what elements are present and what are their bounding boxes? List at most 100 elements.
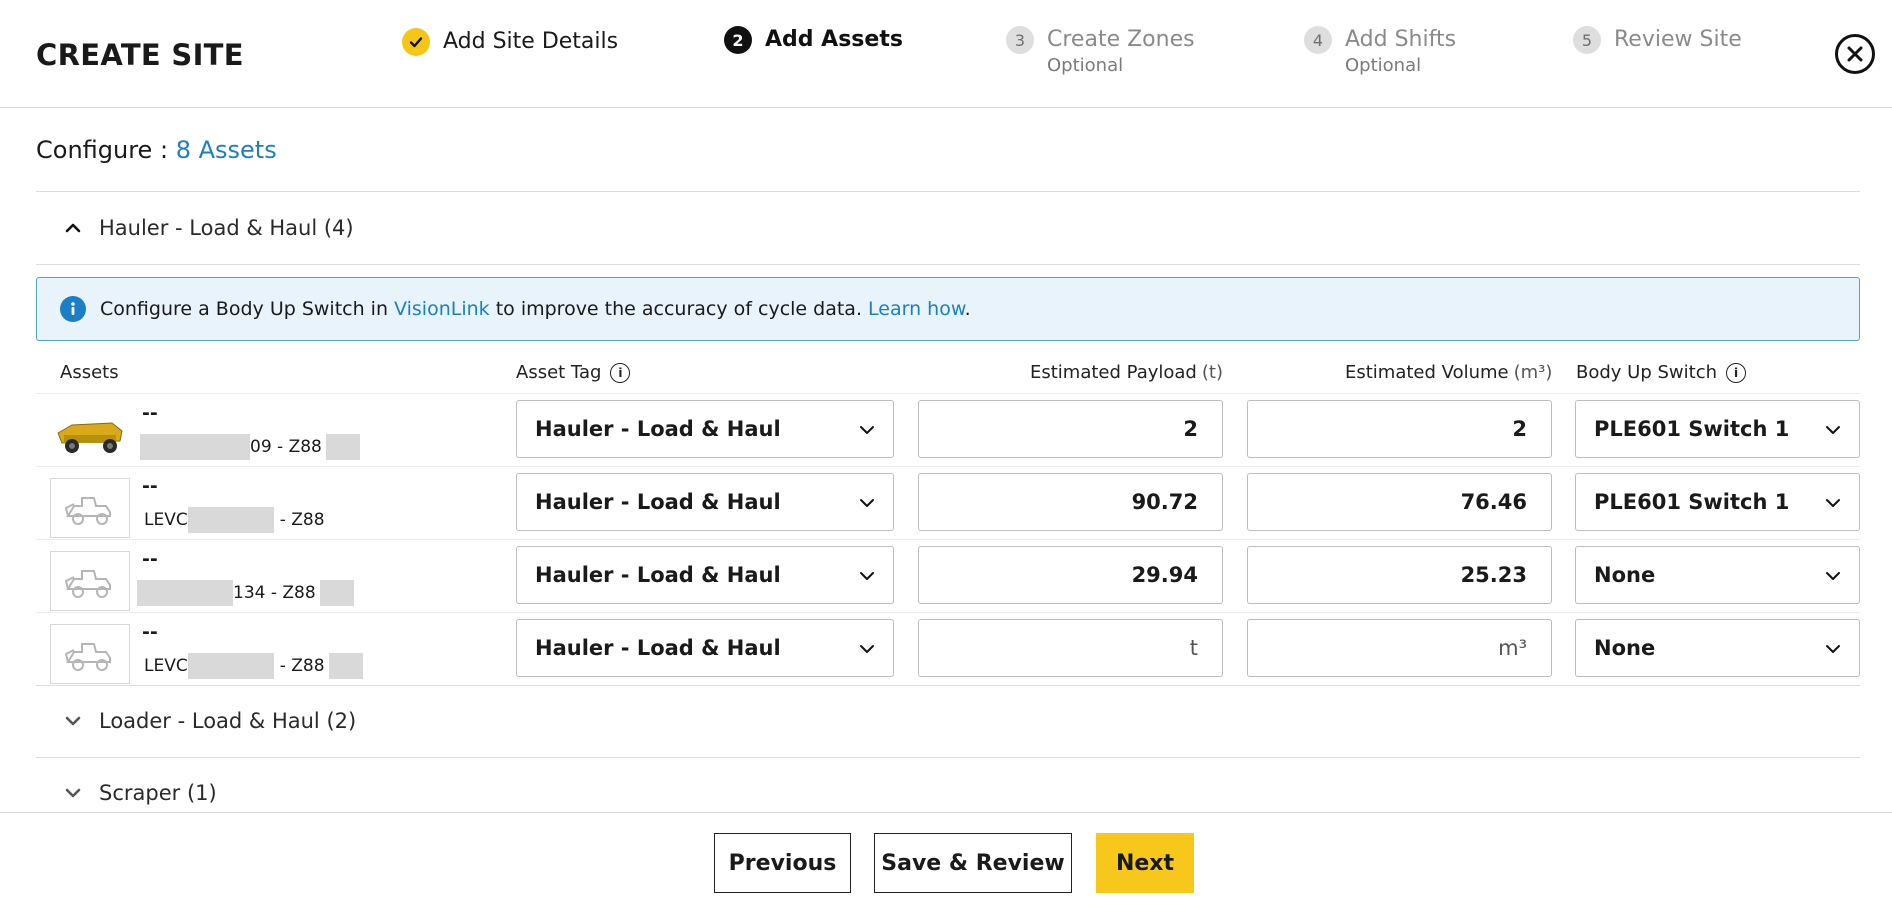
asset-id: 134 - Z88	[137, 580, 354, 606]
payload-input[interactable]: t	[918, 619, 1223, 677]
redacted-block	[140, 434, 250, 460]
page-title: CREATE SITE	[36, 38, 244, 72]
asset-name: --	[142, 548, 158, 570]
info-icon	[60, 296, 86, 322]
chevron-down-icon	[859, 420, 875, 439]
loader-machine-icon	[50, 478, 130, 538]
chevron-down-icon	[58, 706, 88, 736]
body-up-switch-select[interactable]: PLE601 Switch 1	[1575, 473, 1860, 531]
column-header-label: Estimated Volume	[1345, 362, 1509, 383]
column-header-asset-tag: Asset Tag i	[516, 362, 631, 383]
select-value: PLE601 Switch 1	[1594, 490, 1790, 514]
asset-id: LEVC - Z88	[144, 653, 363, 679]
table-row: -- LEVC - Z88 Hauler - Load & Haul 90.72…	[36, 466, 1860, 539]
step-label: Review Site	[1614, 27, 1742, 52]
info-icon[interactable]: i	[1726, 362, 1746, 383]
group-title: Loader - Load & Haul (2)	[99, 709, 357, 733]
learn-how-link[interactable]: Learn how	[868, 298, 965, 320]
volume-input[interactable]: m³	[1247, 619, 1552, 677]
step-label: Create Zones	[1047, 27, 1195, 52]
configure-summary: Configure : 8 Assets	[36, 136, 277, 164]
divider	[36, 757, 1860, 758]
asset-tag-select[interactable]: Hauler - Load & Haul	[516, 546, 894, 604]
select-value: Hauler - Load & Haul	[535, 636, 781, 660]
group-title: Scraper (1)	[99, 781, 217, 805]
asset-tag-select[interactable]: Hauler - Load & Haul	[516, 400, 894, 458]
group-header-hauler[interactable]: Hauler - Load & Haul (4)	[36, 199, 1860, 257]
chevron-down-icon	[859, 639, 875, 658]
step-sub: Optional	[1345, 55, 1422, 76]
redacted-block	[187, 653, 274, 679]
step-label: Add Site Details	[443, 29, 619, 54]
asset-id-suffix: - Z88	[279, 656, 325, 676]
divider	[36, 685, 1860, 686]
haul-truck-icon	[50, 405, 130, 465]
previous-button[interactable]: Previous	[714, 833, 851, 893]
step-label: Add Assets	[765, 27, 903, 52]
chevron-down-icon	[1825, 493, 1841, 512]
column-header-label: Asset Tag	[516, 362, 602, 383]
table-row: -- LEVC - Z88 Hauler - Load & Haul t m³ …	[36, 612, 1860, 685]
info-banner: Configure a Body Up Switch in VisionLink…	[36, 277, 1860, 341]
volume-input[interactable]: 25.23	[1247, 546, 1552, 604]
payload-input[interactable]: 29.94	[918, 546, 1223, 604]
table-row: -- 09 - Z88 Hauler - Load & Haul 2 2 PLE…	[36, 393, 1860, 466]
asset-count-link[interactable]: 8 Assets	[176, 136, 277, 164]
group-title: Hauler - Load & Haul (4)	[99, 216, 354, 240]
group-header-loader[interactable]: Loader - Load & Haul (2)	[36, 692, 1860, 750]
asset-id-prefix: LEVC	[144, 656, 188, 676]
asset-id: LEVC - Z88	[144, 507, 325, 533]
column-header-payload: Estimated Payload (t)	[1030, 362, 1223, 383]
chevron-down-icon	[859, 493, 875, 512]
payload-input[interactable]: 2	[918, 400, 1223, 458]
redacted-block	[319, 580, 354, 606]
column-header-body-up-switch: Body Up Switch i	[1576, 362, 1746, 383]
banner-text-start: Configure a Body Up Switch in	[100, 298, 395, 320]
step-add-assets[interactable]: 2 Add Assets	[724, 26, 903, 54]
asset-name: --	[142, 621, 158, 643]
chevron-down-icon	[58, 778, 88, 808]
info-icon[interactable]: i	[610, 362, 631, 383]
volume-input[interactable]: 2	[1247, 400, 1552, 458]
asset-tag-select[interactable]: Hauler - Load & Haul	[516, 473, 894, 531]
wizard-footer: Previous Save & Review Next	[0, 812, 1892, 908]
wizard-header: CREATE SITE Add Site Details 2 Add Asset…	[0, 0, 1892, 108]
close-icon[interactable]	[1835, 34, 1875, 74]
unit-label: (m³)	[1513, 362, 1553, 383]
banner-text-middle: to improve the accuracy of cycle data.	[489, 298, 869, 320]
chevron-down-icon	[1825, 420, 1841, 439]
banner-text: Configure a Body Up Switch in VisionLink…	[100, 298, 971, 320]
asset-id-prefix: LEVC	[144, 510, 188, 530]
asset-name: --	[142, 402, 158, 424]
body-up-switch-select[interactable]: PLE601 Switch 1	[1575, 400, 1860, 458]
table-row: -- 134 - Z88 Hauler - Load & Haul 29.94 …	[36, 539, 1860, 612]
save-review-button[interactable]: Save & Review	[874, 833, 1072, 893]
column-header-assets: Assets	[60, 362, 119, 383]
column-header-label: Estimated Payload	[1030, 362, 1197, 383]
step-add-site-details[interactable]: Add Site Details	[402, 28, 618, 56]
select-value: None	[1594, 636, 1656, 660]
asset-tag-select[interactable]: Hauler - Load & Haul	[516, 619, 894, 677]
body-up-switch-select[interactable]: None	[1575, 619, 1860, 677]
next-button[interactable]: Next	[1096, 833, 1194, 893]
volume-input[interactable]: 76.46	[1247, 473, 1552, 531]
column-header-label: Assets	[60, 362, 119, 383]
step-number: 5	[1573, 26, 1601, 54]
redacted-block	[325, 434, 360, 460]
asset-id: 09 - Z88	[140, 434, 360, 460]
payload-input[interactable]: 90.72	[918, 473, 1223, 531]
step-create-zones[interactable]: 3 Create Zones Optional	[1006, 26, 1195, 76]
step-number: 2	[724, 26, 752, 54]
chevron-down-icon	[859, 566, 875, 585]
step-sub: Optional	[1047, 55, 1124, 76]
column-header-label: Body Up Switch	[1576, 362, 1717, 383]
loader-machine-icon	[50, 551, 130, 611]
banner-text-end: .	[964, 298, 971, 320]
step-review-site[interactable]: 5 Review Site	[1573, 26, 1742, 54]
body-up-switch-select[interactable]: None	[1575, 546, 1860, 604]
asset-id-suffix: - Z88	[279, 510, 325, 530]
select-value: Hauler - Load & Haul	[535, 490, 781, 514]
chevron-up-icon	[58, 213, 88, 243]
step-add-shifts[interactable]: 4 Add Shifts Optional	[1304, 26, 1456, 76]
visionlink-link[interactable]: VisionLink	[394, 298, 490, 320]
